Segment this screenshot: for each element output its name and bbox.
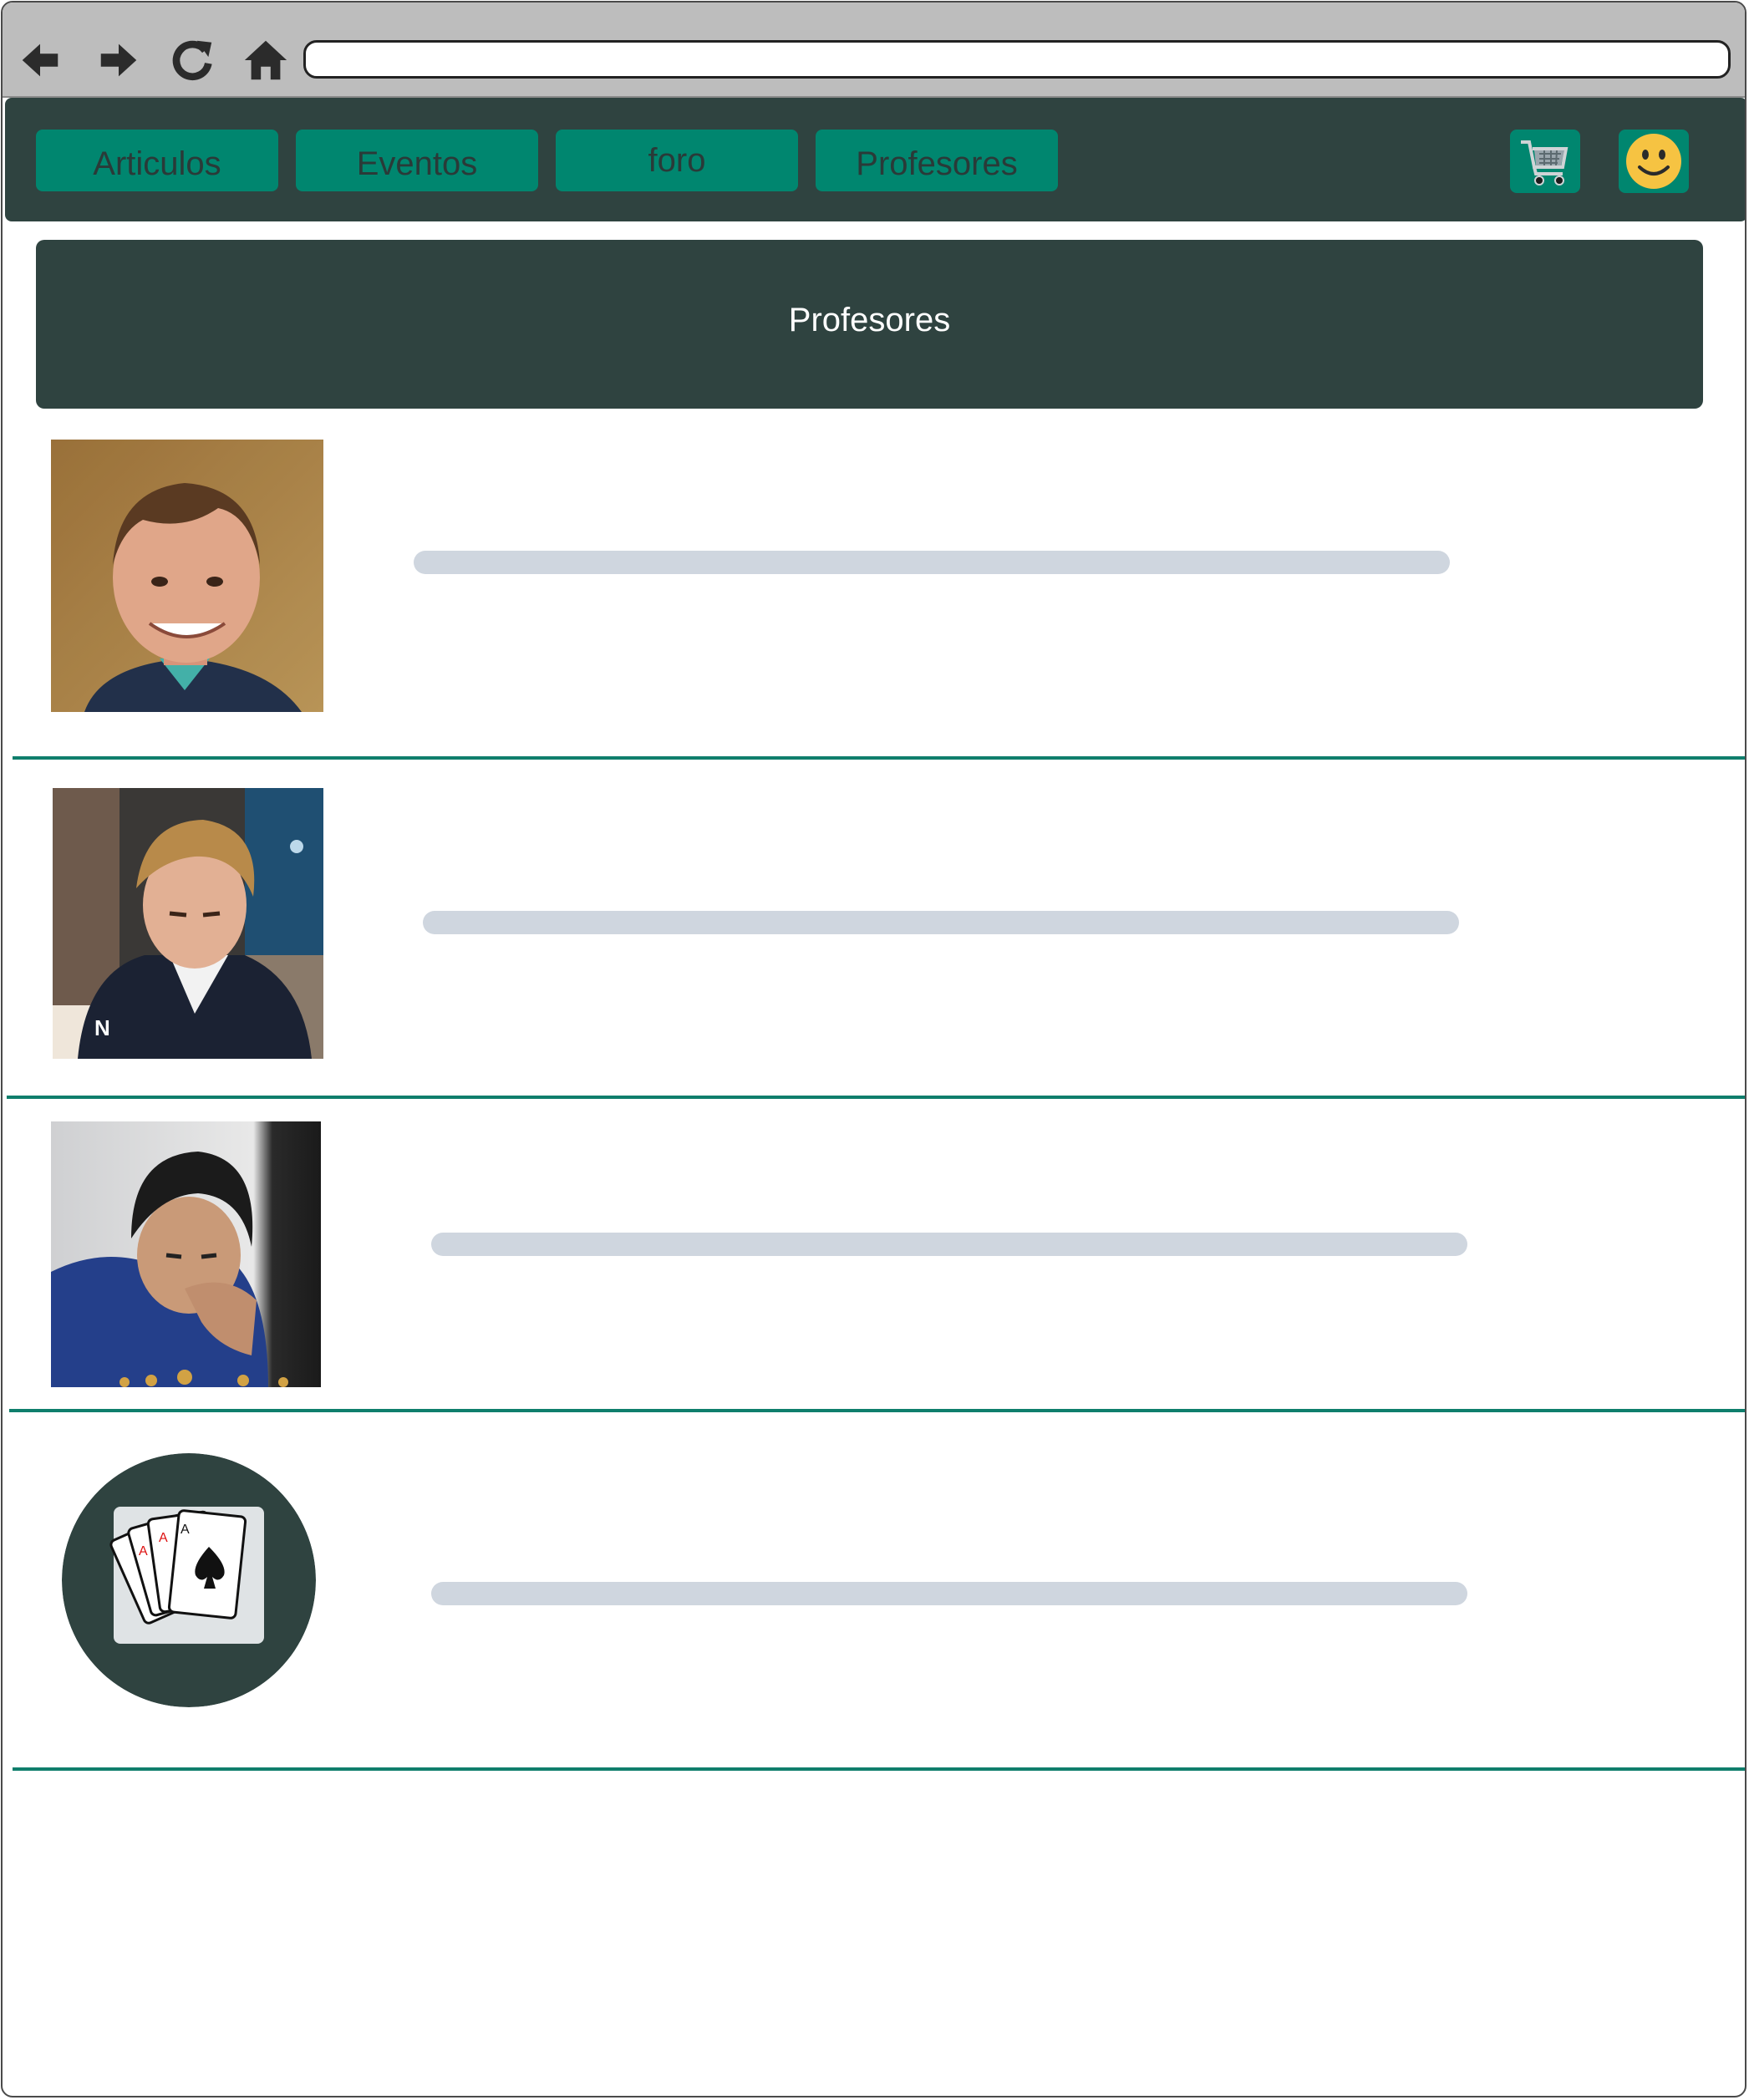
page-banner: Profesores [36,240,1703,409]
page-title: Profesores [788,301,951,338]
arrow-right-icon [100,43,137,77]
row-separator [13,756,1745,760]
reload-icon [172,40,212,81]
browser-toolbar [3,3,1745,98]
svg-text:A: A [180,1523,190,1537]
svg-text:A: A [139,1544,148,1558]
profile-button[interactable] [1619,130,1689,193]
tab-articulos[interactable]: Articulos [36,130,278,191]
back-button[interactable] [14,34,66,86]
smiley-icon [1626,134,1681,189]
cart-button[interactable] [1510,130,1580,193]
svg-text:A: A [159,1531,168,1545]
poker-cards-icon: A A A [62,1453,316,1707]
person-photo-icon [51,440,323,712]
teacher-name-placeholder [414,551,1450,574]
home-icon [244,40,287,80]
cart-icon [1521,140,1569,186]
browser-window: Articulos Eventos foro Profesores Profes… [1,1,1746,2097]
teacher-photo[interactable]: N [53,788,323,1059]
row-separator [13,1767,1745,1771]
row-separator [9,1409,1745,1412]
forward-button[interactable] [93,34,145,86]
teacher-name-placeholder [423,911,1459,934]
arrow-left-icon [22,43,58,77]
svg-text:N: N [94,1015,110,1040]
teacher-avatar[interactable]: A A A [62,1453,316,1707]
reload-button[interactable] [166,34,218,86]
person-photo-icon: N [53,788,323,1059]
teacher-photo[interactable] [51,1121,321,1387]
teacher-photo[interactable] [51,440,323,712]
home-button[interactable] [240,34,292,86]
person-photo-icon [51,1121,321,1387]
main-navbar: Articulos Eventos foro Profesores [5,98,1745,221]
address-bar[interactable] [303,40,1731,79]
row-separator [7,1096,1745,1099]
teacher-name-placeholder [431,1233,1467,1256]
tab-foro[interactable]: foro [556,130,798,191]
teacher-name-placeholder [431,1582,1467,1605]
tab-profesores[interactable]: Profesores [816,130,1058,191]
tab-eventos[interactable]: Eventos [296,130,538,191]
